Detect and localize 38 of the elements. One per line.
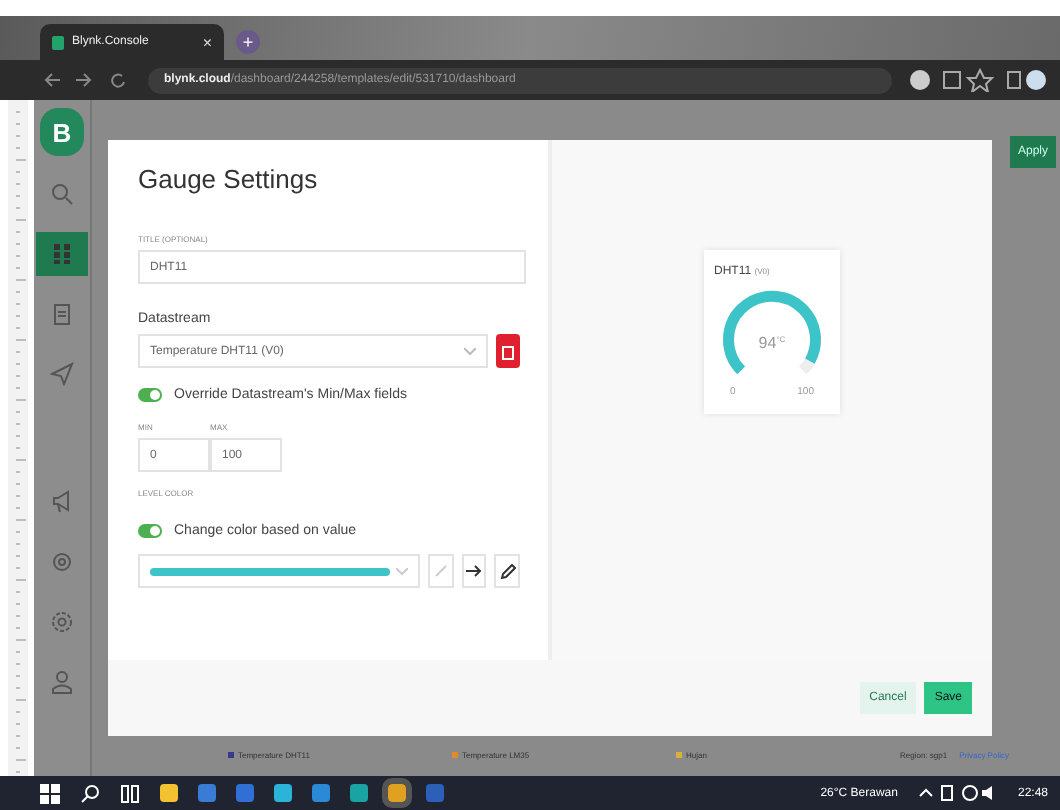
toggle-switch[interactable] <box>138 524 162 538</box>
color-dropdown[interactable] <box>138 554 420 588</box>
chevron-icon <box>464 347 476 355</box>
send-icon <box>50 362 74 386</box>
sidebar-item[interactable] <box>36 232 88 276</box>
search-icon <box>50 182 74 206</box>
toggle-switch[interactable] <box>138 388 162 402</box>
search-icon[interactable] <box>80 783 100 803</box>
icon-button[interactable] <box>494 554 521 588</box>
pencil-icon <box>499 563 516 579</box>
icon-button[interactable] <box>461 554 487 588</box>
app-icon[interactable] <box>426 784 444 802</box>
settings-icon <box>50 610 74 634</box>
delete-button[interactable] <box>496 334 520 368</box>
app-icon[interactable] <box>236 784 254 802</box>
system-tray-icon[interactable] <box>917 784 998 802</box>
app-icon[interactable] <box>274 784 292 802</box>
app-icon[interactable] <box>198 784 216 802</box>
app-icon[interactable] <box>312 784 330 802</box>
slash-icon <box>433 564 448 578</box>
close-icon[interactable]: × <box>202 33 212 51</box>
browser-toolbar-icon[interactable] <box>908 68 1048 92</box>
trash-icon <box>502 343 514 359</box>
grid-icon <box>50 242 74 266</box>
app-icon[interactable] <box>160 784 178 802</box>
gauge-value: 94 <box>758 334 777 352</box>
app-icon[interactable] <box>350 784 368 802</box>
dialog-title: Gauge Settings <box>138 164 320 194</box>
windows-start-icon[interactable] <box>40 783 60 803</box>
app-icon[interactable] <box>388 784 406 802</box>
user-icon <box>50 670 74 694</box>
document-icon <box>50 302 74 326</box>
megaphone-icon <box>50 490 74 514</box>
chevron-icon <box>396 567 408 575</box>
task-view-icon[interactable] <box>120 783 140 803</box>
blynk-logo[interactable]: B <box>40 108 84 156</box>
arrow-icon <box>466 564 482 578</box>
new-tab-button[interactable]: + <box>236 30 260 54</box>
